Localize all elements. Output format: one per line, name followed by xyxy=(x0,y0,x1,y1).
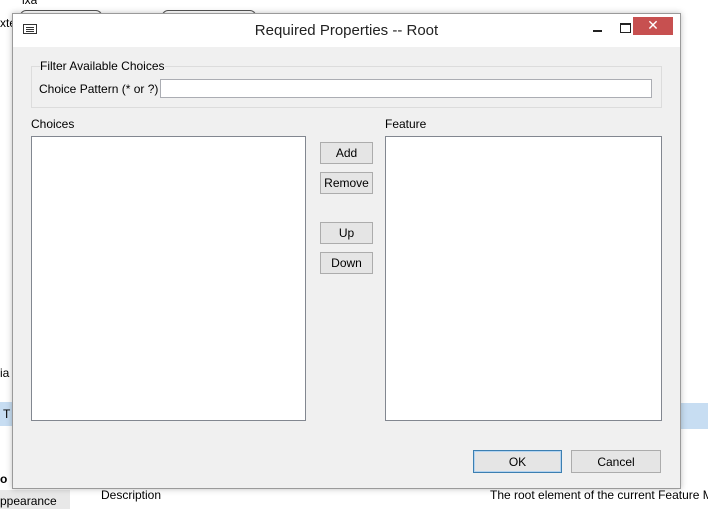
choice-pattern-input[interactable] xyxy=(160,79,652,98)
background-fragment-1: xte xyxy=(0,16,12,30)
choices-label: Choices xyxy=(31,117,75,131)
background-fragment-4: o xyxy=(0,472,8,486)
up-button[interactable]: Up xyxy=(320,222,373,244)
background-fragment-2: ia xyxy=(0,366,10,380)
close-icon: ✕ xyxy=(647,18,659,34)
remove-button[interactable]: Remove xyxy=(320,172,373,194)
feature-label: Feature xyxy=(385,117,427,131)
down-button[interactable]: Down xyxy=(320,252,373,274)
background-top-text: ixa xyxy=(22,0,38,7)
required-properties-dialog: Required Properties -- Root ✕ Filter Ava… xyxy=(12,13,681,489)
close-button[interactable]: ✕ xyxy=(633,17,673,35)
filter-group-label: Filter Available Choices xyxy=(40,59,165,73)
dialog-titlebar[interactable]: Required Properties -- Root ✕ xyxy=(13,14,680,47)
background-description-label: Description xyxy=(101,488,162,502)
feature-list[interactable] xyxy=(385,136,662,421)
cancel-button[interactable]: Cancel xyxy=(571,450,661,473)
choices-list[interactable] xyxy=(31,136,306,421)
choice-pattern-label: Choice Pattern (* or ?) xyxy=(39,82,159,96)
add-button[interactable]: Add xyxy=(320,142,373,164)
background-description-value: The root element of the current Feature … xyxy=(490,488,708,502)
background-left-panel xyxy=(0,0,12,509)
dialog-title: Required Properties -- Root xyxy=(254,22,439,39)
background-appearance-tab[interactable]: ppearance xyxy=(0,494,57,508)
minimize-button[interactable] xyxy=(583,17,611,37)
ok-button[interactable]: OK xyxy=(473,450,562,473)
maximize-icon xyxy=(619,22,631,33)
minimize-icon xyxy=(592,29,602,32)
